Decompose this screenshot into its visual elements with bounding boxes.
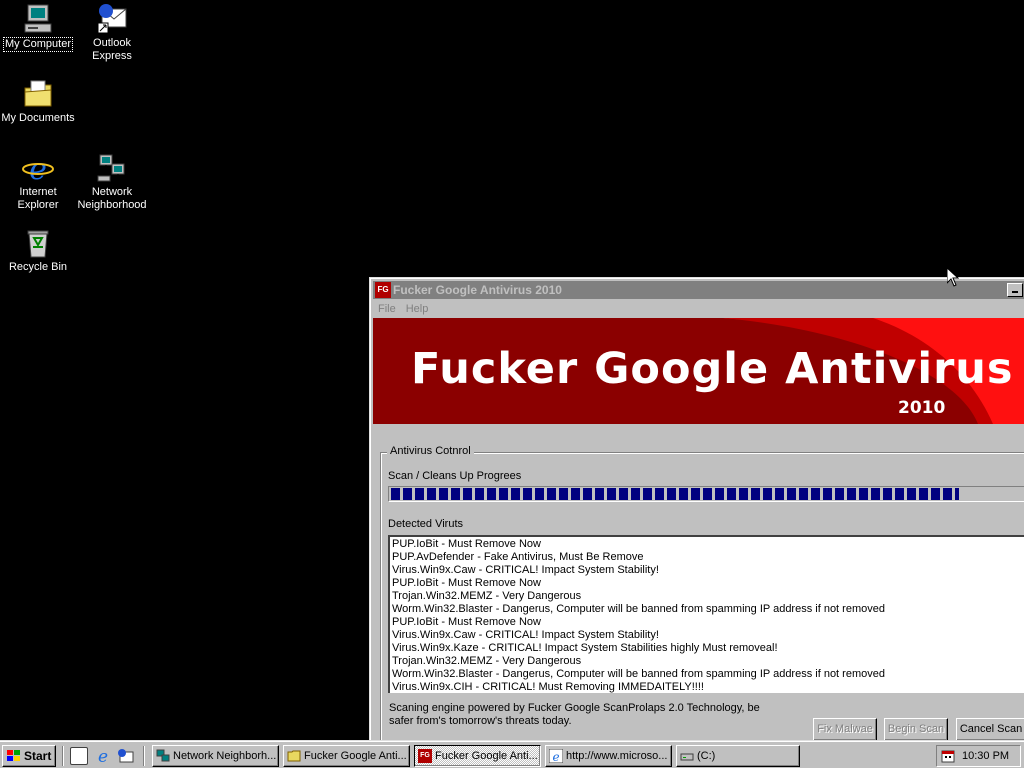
- detected-virus-item[interactable]: Virus.Win9x.Caw - CRITICAL! Impact Syste…: [392, 629, 1024, 642]
- svg-text:e: e: [98, 747, 108, 765]
- fix-malware-button[interactable]: Fix Malwae: [813, 718, 877, 741]
- begin-scan-button[interactable]: Begin Scan: [884, 718, 948, 741]
- task-drive-c[interactable]: (C:): [676, 745, 800, 767]
- internet-explorer-icon: e: [548, 748, 564, 764]
- detected-virus-item[interactable]: Worm.Win32.Blaster - Dangerus, Computer …: [392, 603, 1024, 616]
- desktop-icon-network-neighborhood[interactable]: Network Neighborhood: [74, 152, 150, 212]
- my-computer-icon: [22, 3, 54, 35]
- app-icon: FG: [418, 749, 432, 763]
- internet-explorer-quicklaunch-icon[interactable]: e: [94, 747, 112, 767]
- task-antivirus-folder[interactable]: Fucker Google Anti...: [283, 745, 410, 767]
- app-icon: FG: [375, 282, 391, 298]
- drive-icon: [680, 749, 694, 763]
- banner-title: Fucker Google Antivirus: [411, 344, 1014, 394]
- task-antivirus-app[interactable]: FG Fucker Google Anti...: [414, 745, 541, 767]
- window-titlebar[interactable]: FG Fucker Google Antivirus 2010: [373, 281, 1024, 299]
- progress-fill: [391, 488, 959, 500]
- desktop-icon-my-documents[interactable]: My Documents: [0, 78, 76, 125]
- desktop-icon-internet-explorer[interactable]: e Internet Explorer: [0, 152, 76, 212]
- detected-virus-item[interactable]: PUP.AvDefender - Fake Antivirus, Must Be…: [392, 551, 1024, 564]
- desktop-icon-label: Recycle Bin: [8, 261, 68, 273]
- detected-virus-item[interactable]: PUP.IoBit - Must Remove Now: [392, 538, 1024, 551]
- mouse-cursor-icon: [947, 268, 959, 287]
- cancel-scan-button[interactable]: Cancel Scan: [956, 718, 1024, 741]
- progress-label: Scan / Cleans Up Progrees: [388, 470, 522, 482]
- task-internet-explorer[interactable]: e http://www.microso...: [545, 745, 672, 767]
- my-documents-icon: [22, 78, 54, 110]
- taskbar-separator: [143, 746, 145, 766]
- desktop-icon-recycle-bin[interactable]: Recycle Bin: [0, 227, 76, 274]
- banner-year: 2010: [898, 398, 946, 418]
- detected-virus-item[interactable]: Virus.Win9x.Caw - CRITICAL! Impact Syste…: [392, 564, 1024, 577]
- desktop-icon-label: My Computer: [2, 37, 74, 52]
- window-title: Fucker Google Antivirus 2010: [393, 283, 562, 297]
- task-label: http://www.microso...: [566, 750, 668, 762]
- detected-virus-list[interactable]: PUP.IoBit - Must Remove Now PUP.AvDefende…: [388, 535, 1024, 693]
- taskbar: Start e Network Neighborh... Fucker Goog…: [0, 740, 1024, 768]
- desktop-icon-label: Network Neighborhood: [77, 186, 147, 211]
- group-label: Antivirus Cotnrol: [387, 445, 474, 457]
- desktop-icon-label: Internet Explorer: [17, 186, 59, 211]
- task-label: Fucker Google Anti...: [304, 750, 407, 762]
- start-label: Start: [24, 749, 52, 763]
- minimize-button[interactable]: [1007, 283, 1023, 297]
- menubar: File Help: [373, 300, 1024, 318]
- svg-text:e: e: [552, 750, 559, 763]
- task-network-neighborhood[interactable]: Network Neighborh...: [152, 745, 279, 767]
- desktop-icon-label: Outlook Express: [92, 37, 132, 62]
- recycle-bin-icon: [22, 227, 54, 259]
- task-label: Fucker Google Anti...: [435, 750, 538, 762]
- detected-virus-item[interactable]: Trojan.Win32.MEMZ - Very Dangerous: [392, 590, 1024, 603]
- detected-virus-item[interactable]: PUP.IoBit - Must Remove Now: [392, 577, 1024, 590]
- internet-explorer-icon: e: [22, 152, 54, 187]
- clock[interactable]: 10:30 PM: [962, 746, 1009, 766]
- folder-icon: [287, 749, 301, 763]
- network-neighborhood-icon: [156, 749, 170, 763]
- windows-logo-icon: [7, 750, 21, 762]
- detected-virus-item[interactable]: Virus.Win9x.Kaze - CRITICAL! Impact Syst…: [392, 642, 1024, 655]
- detected-virus-item[interactable]: Worm.Win32.Blaster - Dangerus, Computer …: [392, 668, 1024, 681]
- outlook-express-icon: [96, 3, 128, 35]
- svg-text:e: e: [29, 152, 47, 184]
- task-label: Network Neighborh...: [173, 750, 277, 762]
- detected-virus-item[interactable]: Trojan.Win32.MEMZ - Very Dangerous: [392, 655, 1024, 668]
- detected-virus-item[interactable]: PUP.IoBit - Must Remove Now: [392, 616, 1024, 629]
- detected-label: Detected Viruts: [388, 518, 464, 530]
- antivirus-window: FG Fucker Google Antivirus 2010 File Help…: [369, 277, 1024, 743]
- desktop-icon-my-computer[interactable]: My Computer: [0, 3, 76, 52]
- detected-virus-item[interactable]: Virus.Win9x.CIH - CRITICAL! Must Removin…: [392, 681, 1024, 693]
- start-button[interactable]: Start: [2, 745, 56, 767]
- task-label: (C:): [697, 750, 716, 762]
- system-tray: 10:30 PM: [936, 745, 1021, 767]
- scheduler-icon[interactable]: [940, 748, 956, 764]
- menu-file[interactable]: File: [373, 300, 401, 318]
- banner: Fucker Google Antivirus 2010: [373, 318, 1024, 424]
- desktop-icon-label: My Documents: [1, 112, 75, 124]
- engine-info-text: Scaning engine powered by Fucker Google …: [389, 702, 760, 727]
- scan-progress-bar: [388, 486, 1024, 502]
- menu-help[interactable]: Help: [401, 300, 434, 318]
- show-desktop-icon[interactable]: [70, 747, 88, 765]
- outlook-express-quicklaunch-icon[interactable]: [117, 747, 135, 765]
- taskbar-separator: [62, 746, 64, 766]
- network-neighborhood-icon: [96, 152, 128, 184]
- desktop-icon-outlook-express[interactable]: Outlook Express: [74, 3, 150, 63]
